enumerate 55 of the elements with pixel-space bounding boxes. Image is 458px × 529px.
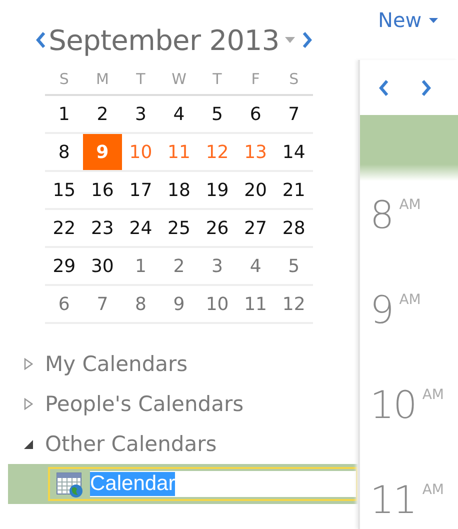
weekday-label: F xyxy=(236,64,275,95)
period-label: AM xyxy=(399,197,421,213)
date-cell[interactable]: 16 xyxy=(83,171,122,209)
date-cell[interactable]: 11 xyxy=(236,285,275,323)
date-cell[interactable]: 3 xyxy=(122,95,160,133)
date-cell[interactable]: 23 xyxy=(83,209,122,247)
weekday-label: W xyxy=(160,64,198,95)
date-cell[interactable]: 24 xyxy=(122,209,160,247)
new-button[interactable]: New xyxy=(378,8,438,32)
weekday-label: T xyxy=(198,64,236,95)
date-cell[interactable]: 28 xyxy=(274,209,313,247)
weekday-label: S xyxy=(274,64,313,95)
date-cell[interactable]: 19 xyxy=(198,171,236,209)
date-cell[interactable]: 3 xyxy=(198,247,236,285)
hour-label: 11 xyxy=(370,480,416,520)
period-label: AM xyxy=(399,292,421,308)
date-cell[interactable]: 4 xyxy=(236,247,275,285)
date-cell[interactable]: 25 xyxy=(160,209,198,247)
date-cell[interactable]: 29 xyxy=(45,247,84,285)
date-cell[interactable]: 26 xyxy=(198,209,236,247)
weekday-label: T xyxy=(122,64,160,95)
hour-label: 9 xyxy=(370,290,394,330)
date-cell[interactable]: 17 xyxy=(122,171,160,209)
date-cell[interactable]: 20 xyxy=(236,171,275,209)
date-cell[interactable]: 2 xyxy=(160,247,198,285)
date-cell[interactable]: 6 xyxy=(45,285,84,323)
date-cell[interactable]: 5 xyxy=(198,95,236,133)
date-cell[interactable]: 1 xyxy=(45,95,84,133)
date-cell[interactable]: 10 xyxy=(198,285,236,323)
calendar-group[interactable]: People's Calendars xyxy=(45,392,244,416)
hour-label: 8 xyxy=(370,195,394,235)
period-label: AM xyxy=(422,387,444,403)
period-label: AM xyxy=(422,482,444,498)
weekday-label: M xyxy=(83,64,122,95)
calendar-group[interactable]: My Calendars xyxy=(45,352,188,376)
weekday-label: S xyxy=(45,64,84,95)
date-cell[interactable]: 30 xyxy=(83,247,122,285)
date-cell[interactable]: 8 xyxy=(122,285,160,323)
date-cell[interactable]: 7 xyxy=(83,285,122,323)
month-title[interactable]: September 2013 xyxy=(48,24,280,56)
hour-label: 10 xyxy=(370,385,416,425)
date-cell[interactable]: 15 xyxy=(45,171,84,209)
date-cell[interactable]: 7 xyxy=(274,95,313,133)
date-cell[interactable]: 22 xyxy=(45,209,84,247)
date-cell[interactable]: 5 xyxy=(274,247,313,285)
date-cell[interactable]: 6 xyxy=(236,95,275,133)
calendar-group[interactable]: Other Calendars xyxy=(45,432,217,456)
date-cell[interactable]: 18 xyxy=(160,171,198,209)
date-cell[interactable]: 9 xyxy=(160,285,198,323)
date-cell[interactable]: 21 xyxy=(274,171,313,209)
date-cell[interactable]: 27 xyxy=(236,209,275,247)
date-cell[interactable]: 4 xyxy=(160,95,198,133)
date-cell[interactable]: 12 xyxy=(274,285,313,323)
date-cell[interactable]: 1 xyxy=(122,247,160,285)
date-cell[interactable]: 14 xyxy=(274,133,313,171)
